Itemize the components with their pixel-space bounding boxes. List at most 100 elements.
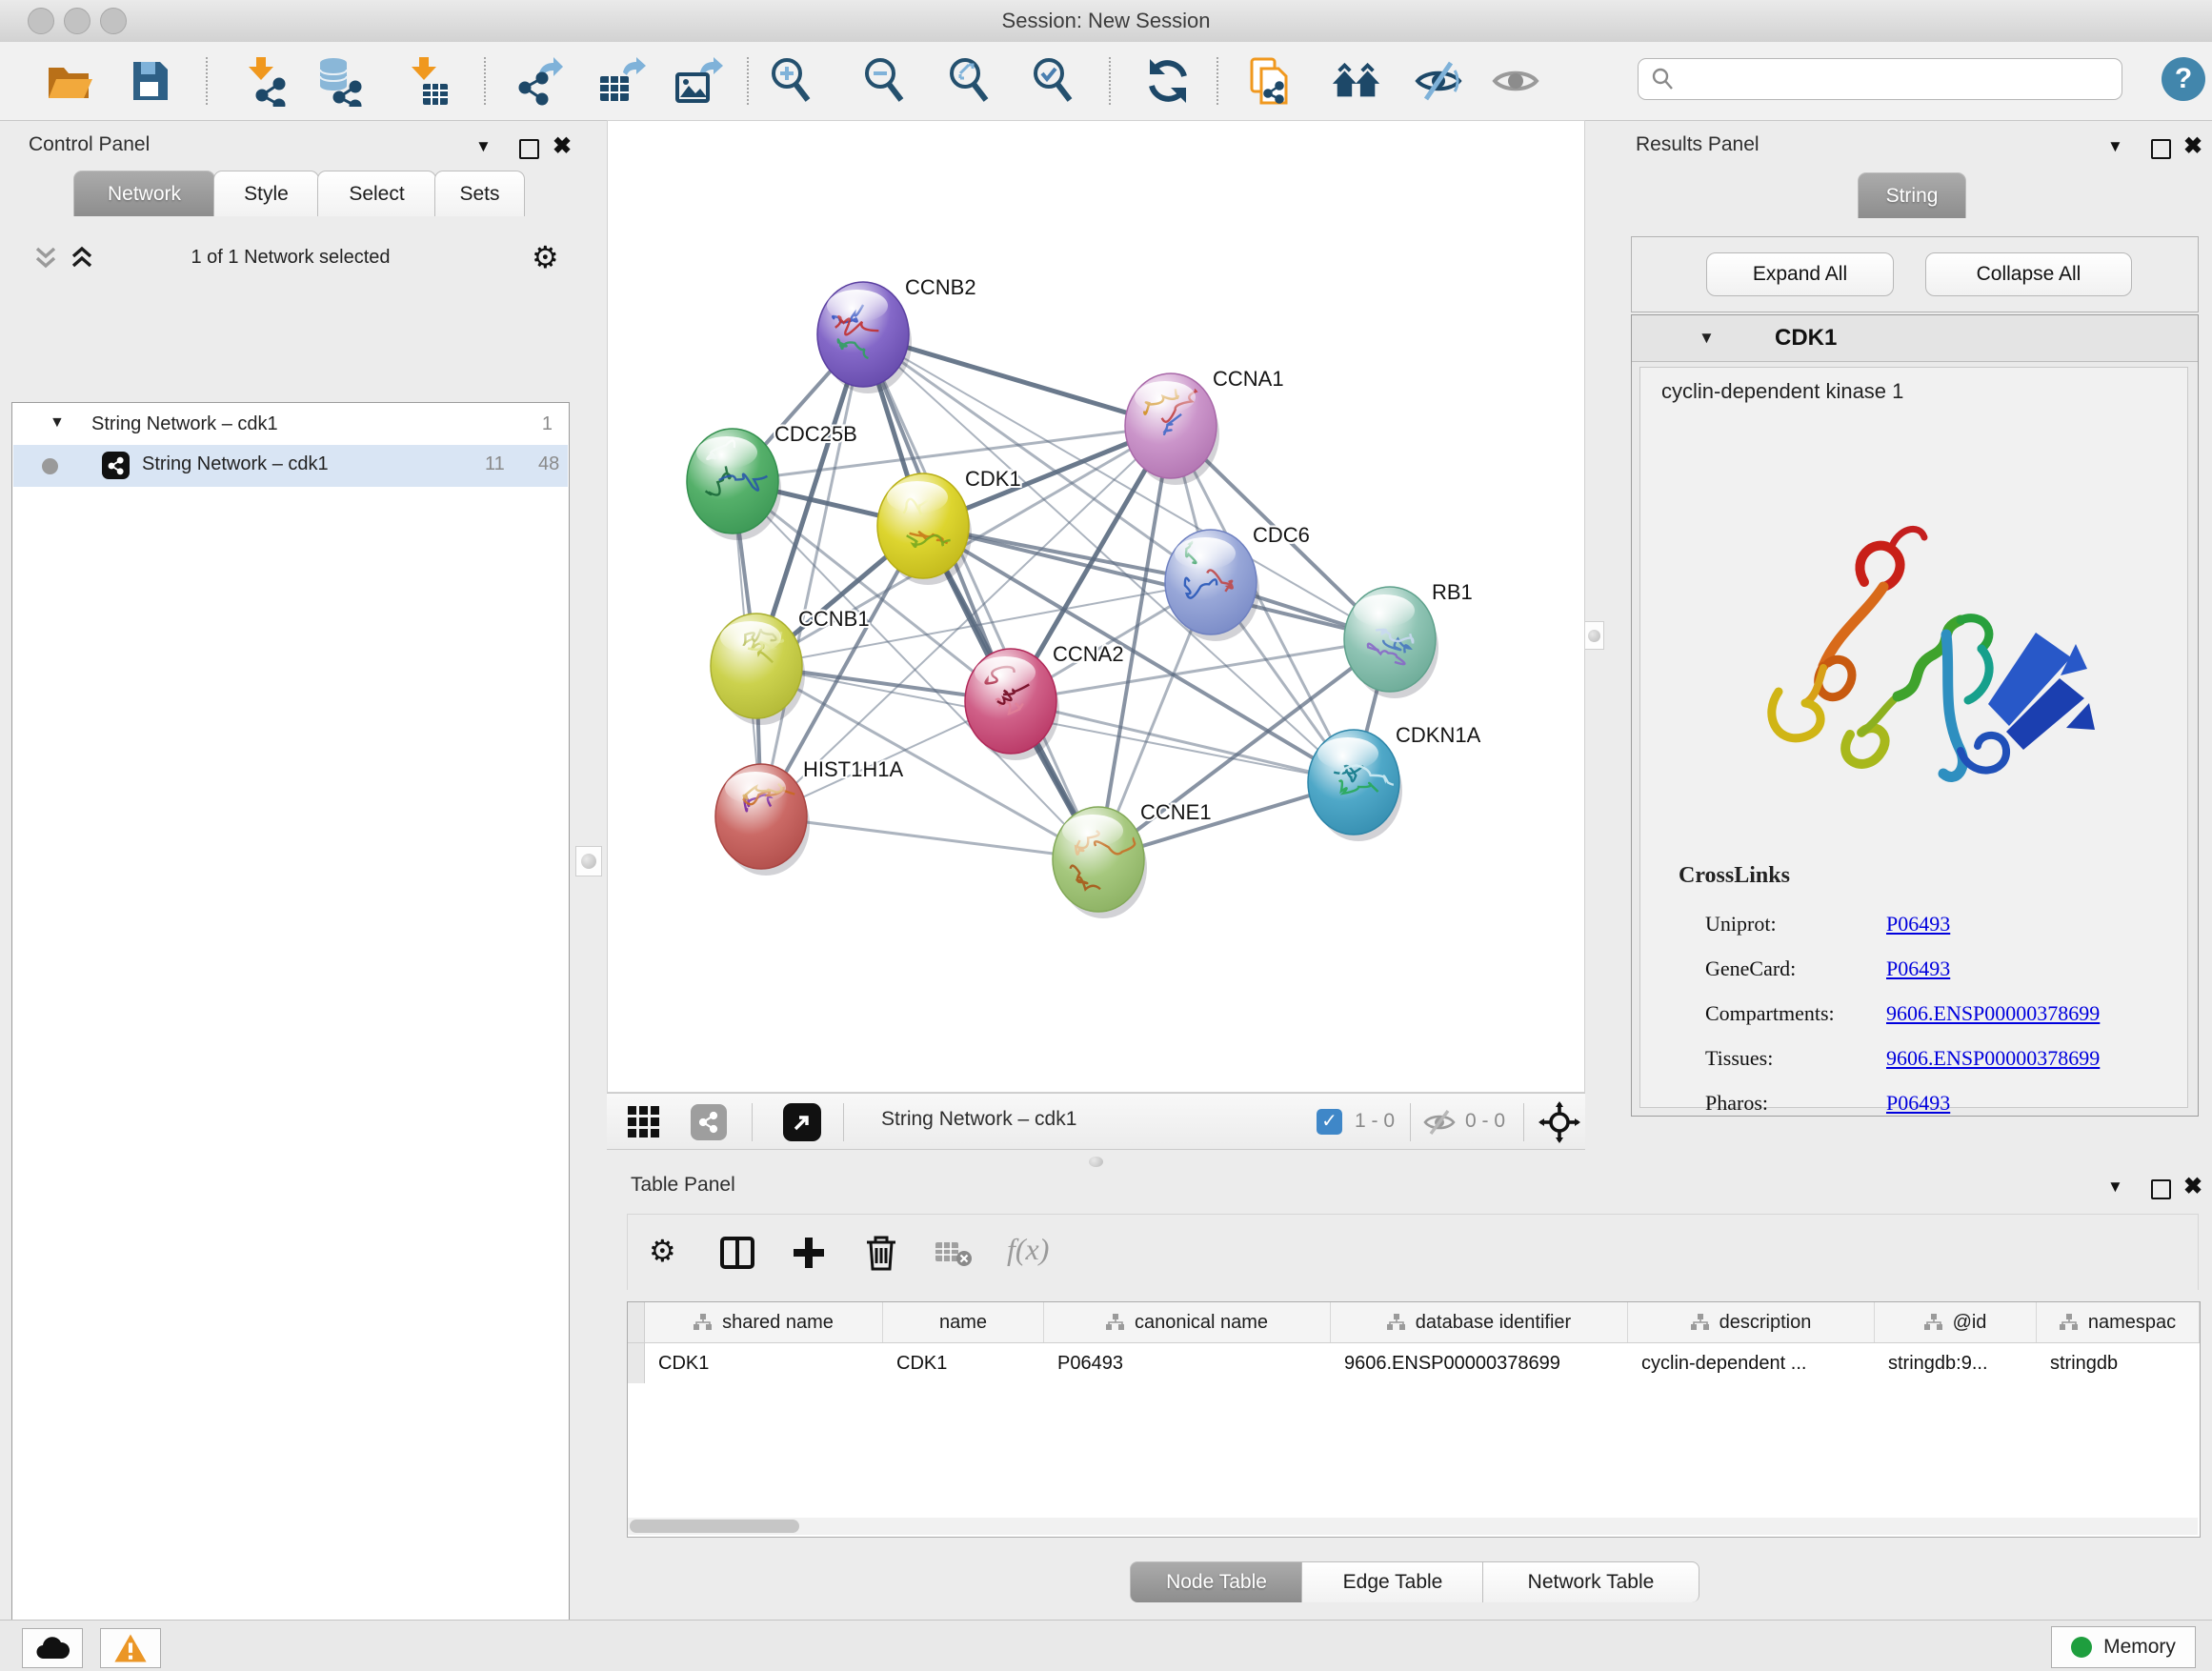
hidden-eye-icon[interactable] [1422,1107,1457,1137]
table-settings-gear-icon[interactable]: ⚙ [649,1236,676,1266]
delete-column-trash-icon[interactable] [864,1234,898,1272]
column-header-3[interactable]: database identifier [1331,1302,1628,1342]
graph-node-CCNB1[interactable] [711,614,805,725]
crosslink-value-link[interactable]: P06493 [1886,912,1950,936]
first-neighbors-icon[interactable] [1330,54,1383,108]
results-panel-float-icon[interactable] [2151,139,2171,159]
zoom-in-icon[interactable] [765,54,818,108]
network-row[interactable]: String Network – cdk1 11 48 [13,445,568,487]
left-splitter-handle[interactable] [575,846,602,876]
graph-edge-CCNA2-CDKN1A[interactable] [1011,701,1354,782]
tab-select[interactable]: Select [317,171,436,216]
graph-edge-CCNB2-HIST1H1A[interactable] [761,334,863,816]
graph-node-CDKN1A[interactable] [1308,730,1402,841]
tab-node-table[interactable]: Node Table [1130,1561,1303,1602]
graph-node-CDC25B[interactable] [687,429,781,540]
results-panel-close-icon[interactable]: ✖ [2183,137,2202,156]
network-options-gear-icon[interactable]: ⚙ [532,242,559,272]
help-button[interactable]: ? [2162,57,2205,101]
save-session-icon[interactable] [124,54,177,108]
tree-expand-icon[interactable]: ▼ [50,414,65,432]
open-in-new-window-icon[interactable] [783,1103,821,1141]
control-panel-float-icon[interactable] [519,139,539,159]
entry-header[interactable]: ▼ CDK1 [1632,315,2198,362]
graph-node-CCNA1[interactable] [1125,373,1219,485]
graph-edge-HIST1H1A-CCNE1[interactable] [761,816,1098,859]
export-table-icon[interactable] [593,54,647,108]
memory-button[interactable]: Memory [2051,1626,2196,1668]
grid-view-icon[interactable] [626,1104,662,1140]
tab-network-table[interactable]: Network Table [1482,1561,1699,1602]
warning-button[interactable] [100,1628,161,1668]
import-network-database-icon[interactable] [312,54,365,108]
expand-all-button[interactable]: Expand All [1706,252,1894,296]
tab-edge-table[interactable]: Edge Table [1301,1561,1484,1602]
graph-node-CCNA2[interactable] [965,649,1059,760]
table-panel-float-icon[interactable] [2151,1179,2171,1199]
table-h-scrollbar[interactable] [628,1518,2198,1535]
table-cell[interactable]: CDK1 [883,1343,1044,1383]
graph-node-CDC6[interactable] [1165,530,1259,641]
column-header-1[interactable]: name [883,1302,1044,1342]
refresh-view-icon[interactable] [1141,54,1195,108]
delete-table-icon[interactable] [935,1239,973,1268]
results-panel-collapse-icon[interactable]: ▼ [2107,137,2123,156]
expand-all-networks-icon[interactable] [32,246,59,271]
crosslink-value-link[interactable]: P06493 [1886,1091,1950,1116]
add-column-icon[interactable] [792,1236,826,1270]
tab-style[interactable]: Style [213,171,319,216]
graph-node-CCNB2[interactable] [817,282,912,393]
zoom-selected-icon[interactable] [1027,54,1080,108]
table-panel-close-icon[interactable]: ✖ [2183,1178,2202,1197]
table-cell[interactable]: 9606.ENSP00000378699 [1331,1343,1628,1383]
birdseye-crosshair-icon[interactable] [1538,1101,1580,1143]
table-cell[interactable]: P06493 [1044,1343,1331,1383]
collapse-all-networks-icon[interactable] [69,246,95,271]
table-row[interactable]: CDK1CDK1P064939606.ENSP00000378699cyclin… [628,1343,2200,1383]
column-header-4[interactable]: description [1628,1302,1875,1342]
table-cell[interactable]: stringdb [2037,1343,2200,1383]
import-network-file-icon[interactable] [236,54,290,108]
crosslink-value-link[interactable]: P06493 [1886,956,1950,981]
graph-node-RB1[interactable] [1344,587,1438,698]
graph-node-CDK1[interactable] [877,473,972,585]
table-h-scrollbar-thumb[interactable] [630,1520,799,1533]
table-cell[interactable]: stringdb:9... [1875,1343,2037,1383]
clone-network-icon[interactable] [1245,54,1298,108]
column-header-2[interactable]: canonical name [1044,1302,1331,1342]
table-cell[interactable]: CDK1 [645,1343,883,1383]
bottom-splitter-handle[interactable] [1089,1157,1103,1167]
export-network-icon[interactable] [511,54,564,108]
cloud-button[interactable] [22,1628,83,1668]
export-image-icon[interactable] [671,54,724,108]
column-header-5[interactable]: @id [1875,1302,2037,1342]
column-header-0[interactable]: shared name [645,1302,883,1342]
function-builder-icon[interactable]: f(x) [1007,1232,1049,1267]
graph-node-HIST1H1A[interactable] [715,764,810,876]
collapse-all-button[interactable]: Collapse All [1925,252,2132,296]
network-share-view-icon[interactable] [691,1104,727,1140]
tab-network[interactable]: Network [73,171,215,216]
table-panel-collapse-icon[interactable]: ▼ [2107,1178,2123,1197]
zoom-fit-icon[interactable] [943,54,996,108]
show-columns-icon[interactable] [719,1236,755,1270]
show-all-eye-icon[interactable] [1489,54,1542,108]
open-session-icon[interactable] [42,54,95,108]
control-panel-close-icon[interactable]: ✖ [553,137,572,156]
network-collection-row[interactable]: ▼ String Network – cdk1 1 [13,407,568,445]
selected-checkbox-icon[interactable]: ✓ [1317,1109,1342,1135]
column-header-6[interactable]: namespac [2037,1302,2200,1342]
crosslink-value-link[interactable]: 9606.ENSP00000378699 [1886,1001,2100,1026]
search-field[interactable] [1675,68,2088,91]
crosslink-value-link[interactable]: 9606.ENSP00000378699 [1886,1046,2100,1071]
hide-selected-eye-icon[interactable] [1412,54,1465,108]
network-canvas[interactable]: CCNB2CCNA1CDC25BCDK1CDC6RB1CCNB1CCNA2CDK… [607,120,1585,1093]
search-input[interactable] [1638,58,2122,100]
tab-string[interactable]: String [1858,172,1966,218]
zoom-out-icon[interactable] [858,54,912,108]
tab-sets[interactable]: Sets [434,171,525,216]
import-table-file-icon[interactable] [399,54,452,108]
control-panel-collapse-icon[interactable]: ▼ [475,137,492,156]
graph-node-CCNE1[interactable] [1053,807,1151,918]
table-cell[interactable]: cyclin-dependent ... [1628,1343,1875,1383]
